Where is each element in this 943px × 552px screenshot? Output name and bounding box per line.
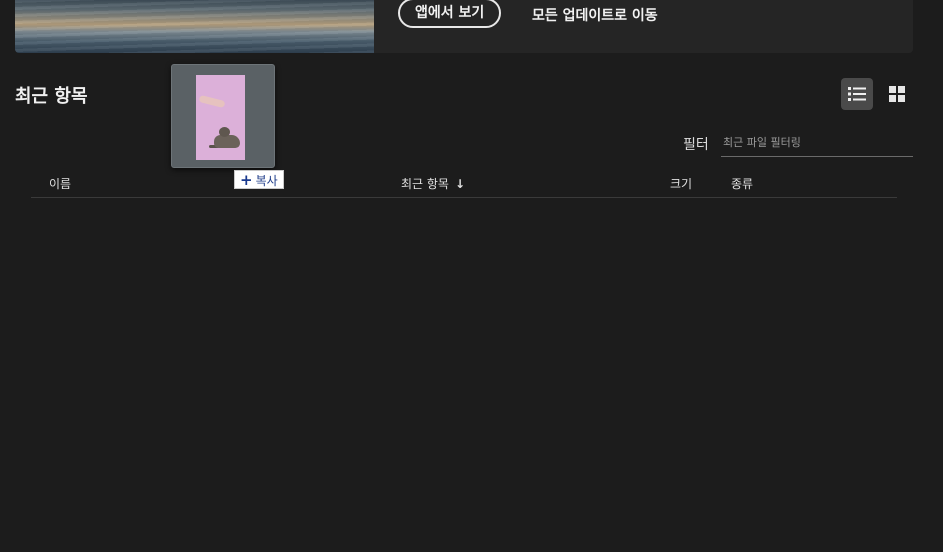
column-header-name[interactable]: 이름 [49, 175, 71, 192]
page-title: 최근 항목 [15, 86, 88, 107]
list-view-button[interactable] [841, 78, 873, 110]
column-header-size[interactable]: 크기 [670, 175, 692, 192]
go-to-updates-link[interactable]: 모든 업데이트로 이동 [532, 5, 658, 25]
filter-label: 필터 [683, 137, 709, 153]
sort-descending-icon: ↓ [454, 177, 466, 191]
copy-label: 복사 [255, 174, 278, 188]
plus-icon: + [240, 171, 253, 189]
list-view-icon [848, 87, 866, 101]
drag-preview-thumbnail [171, 64, 275, 168]
updates-banner: 앱에서 보기 모든 업데이트로 이동 [15, 0, 913, 53]
table-header: 이름 최근 항목 ↓ 크기 종류 [31, 166, 897, 198]
grid-view-button[interactable] [881, 78, 913, 110]
column-header-recent-label: 최근 항목 [401, 177, 449, 191]
filter-input[interactable] [721, 129, 913, 157]
column-header-recent[interactable]: 최근 항목 ↓ [401, 175, 465, 192]
copy-drag-badge: + 복사 [234, 170, 284, 189]
banner-image [15, 0, 374, 53]
grid-view-icon [889, 86, 905, 102]
open-in-app-button[interactable]: 앱에서 보기 [398, 0, 502, 28]
column-header-kind[interactable]: 종류 [731, 175, 753, 192]
cat-photo-thumbnail [196, 75, 245, 160]
